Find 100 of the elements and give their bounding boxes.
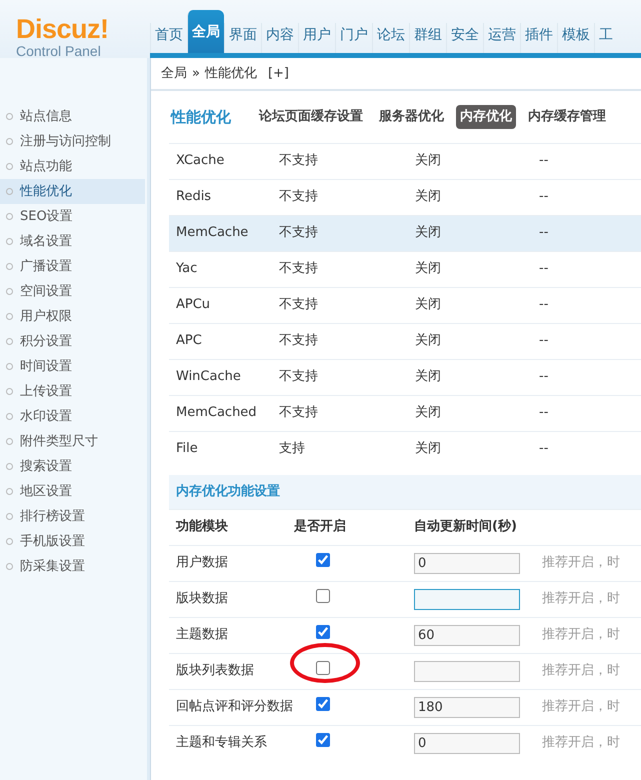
checkbox[interactable] [316, 588, 330, 603]
nav-tab[interactable]: 用户 [298, 23, 335, 53]
input-field[interactable]: 0 [414, 552, 520, 574]
checkbox[interactable] [316, 696, 330, 711]
checkbox[interactable] [316, 624, 330, 639]
table-cell-text: MemCache [175, 224, 250, 242]
sidebar-item[interactable]: 手机版设置 [0, 529, 145, 554]
sidebar-item[interactable]: 空间设置 [0, 279, 145, 304]
table-cell-text: WinCache [175, 368, 242, 386]
column-header: 功能模块 [174, 518, 229, 536]
sidebar-item[interactable]: 站点信息 [0, 104, 145, 129]
table-cell-text: Yac [175, 260, 198, 278]
table-cell-text: 用户数据 [175, 554, 229, 572]
sidebar-item[interactable]: SEO设置 [0, 204, 145, 229]
table-cell-text: 回帖点评和评分数据 [175, 698, 294, 716]
checkbox[interactable] [316, 732, 330, 747]
nav-tab[interactable]: 内容 [261, 23, 298, 53]
checkbox[interactable] [316, 552, 330, 567]
sidebar-item[interactable]: 广播设置 [0, 254, 145, 279]
hint-text: 推荐开启，时 [541, 662, 620, 680]
sidebar-item[interactable]: 用户权限 [0, 304, 145, 329]
table-cell-text: 版块数据 [175, 590, 229, 608]
table-cell-text: XCache [175, 152, 226, 170]
nav-tab[interactable]: 门户 [335, 23, 372, 53]
sidebar-item[interactable]: 排行榜设置 [0, 504, 145, 529]
table-cell-text: 关闭 [414, 368, 442, 386]
column-header: 是否开启 [294, 518, 347, 536]
table-cell-text: 不支持 [279, 188, 319, 206]
sidebar-item[interactable]: 积分设置 [0, 329, 145, 354]
logo-subtitle: Control Panel [16, 43, 102, 60]
table-cell-text: 关闭 [414, 404, 442, 422]
sub-tab[interactable]: 内存缓存管理 [524, 105, 610, 128]
page-title: 性能优化 [171, 106, 231, 128]
input-field[interactable] [414, 660, 520, 682]
table-cell-text: 主题和专辑关系 [175, 734, 268, 752]
nav-tab[interactable]: 安全 [446, 23, 483, 53]
table-cell-text: 不支持 [279, 224, 319, 242]
table-cell-text: -- [539, 332, 548, 350]
table-cell-text: -- [539, 296, 548, 314]
table-cell-text: 关闭 [414, 260, 442, 278]
table-cell-text: 不支持 [279, 152, 319, 170]
input-field[interactable]: 0 [414, 732, 520, 754]
table-cell-text: 不支持 [279, 260, 319, 278]
sidebar-item[interactable]: 站点功能 [0, 154, 145, 179]
sidebar-item[interactable]: 水印设置 [0, 404, 145, 429]
nav-tab[interactable]: 论坛 [372, 23, 409, 53]
input-field[interactable]: 180 [414, 696, 520, 718]
table-cell-text: 关闭 [414, 296, 442, 314]
nav-tab[interactable]: 全局 [187, 10, 224, 53]
table-cell-text: -- [539, 404, 548, 422]
nav-tab[interactable]: 插件 [520, 23, 557, 53]
table-cell-text: MemCached [175, 404, 258, 422]
table-cell-text: 版块列表数据 [175, 662, 255, 680]
table-cell-text: -- [539, 440, 548, 458]
table-cell-text: Redis [175, 188, 212, 206]
nav-tab[interactable]: 工 [594, 23, 617, 53]
column-header: 自动更新时间(秒) [414, 518, 518, 536]
nav-tab[interactable]: 模板 [557, 23, 594, 53]
input-field[interactable] [414, 588, 520, 610]
table-cell-text: 不支持 [279, 296, 319, 314]
table-cell-text: 主题数据 [175, 626, 229, 644]
hint-text: 推荐开启，时 [541, 734, 620, 752]
table-cell-text: -- [539, 224, 548, 242]
table-cell-text: File [175, 440, 199, 458]
table-cell-text: 不支持 [279, 332, 319, 350]
table-cell-text: APCu [175, 296, 212, 314]
table-cell-text: -- [539, 260, 548, 278]
nav-tab[interactable]: 界面 [224, 23, 261, 53]
sidebar-item[interactable]: 性能优化 [0, 179, 145, 204]
nav-tab[interactable]: 群组 [409, 23, 446, 53]
hint-text: 推荐开启，时 [541, 698, 620, 716]
sidebar-item[interactable]: 搜索设置 [0, 454, 145, 479]
input-field[interactable]: 60 [414, 624, 520, 646]
table-cell-text: 不支持 [279, 404, 319, 422]
table-cell-text: -- [539, 188, 548, 206]
sub-tab[interactable]: 内存优化 [456, 105, 516, 128]
breadcrumb-current: 性能优化 [204, 64, 257, 83]
sub-tab[interactable]: 服务器优化 [375, 105, 448, 128]
sidebar-item[interactable]: 时间设置 [0, 354, 145, 379]
breadcrumb-link[interactable]: 全局 [161, 64, 187, 84]
sidebar-item[interactable]: 地区设置 [0, 479, 145, 504]
sidebar-item[interactable]: 注册与访问控制 [0, 129, 145, 154]
checkbox[interactable] [316, 660, 330, 675]
sidebar-item[interactable]: 上传设置 [0, 379, 145, 404]
hint-text: 推荐开启，时 [541, 554, 620, 572]
table-cell-text: -- [539, 152, 548, 170]
sidebar-item[interactable]: 防采集设置 [0, 554, 145, 579]
add-shortcut-link[interactable]: [+] [268, 64, 290, 84]
table-cell-text: 不支持 [279, 368, 319, 386]
table-cell-text: 关闭 [414, 224, 442, 242]
sidebar-item[interactable]: 附件类型尺寸 [0, 429, 145, 454]
table-cell-text: 关闭 [414, 188, 442, 206]
logo-title: Discuz! [16, 16, 110, 43]
sidebar-item[interactable]: 域名设置 [0, 229, 145, 254]
sub-tab[interactable]: 论坛页面缓存设置 [255, 105, 367, 128]
hint-text: 推荐开启，时 [541, 590, 620, 608]
section-title: 内存优化功能设置 [169, 474, 641, 508]
hint-text: 推荐开启，时 [541, 626, 620, 644]
nav-tab[interactable]: 运营 [483, 23, 520, 53]
table-cell-text: 关闭 [414, 332, 442, 350]
